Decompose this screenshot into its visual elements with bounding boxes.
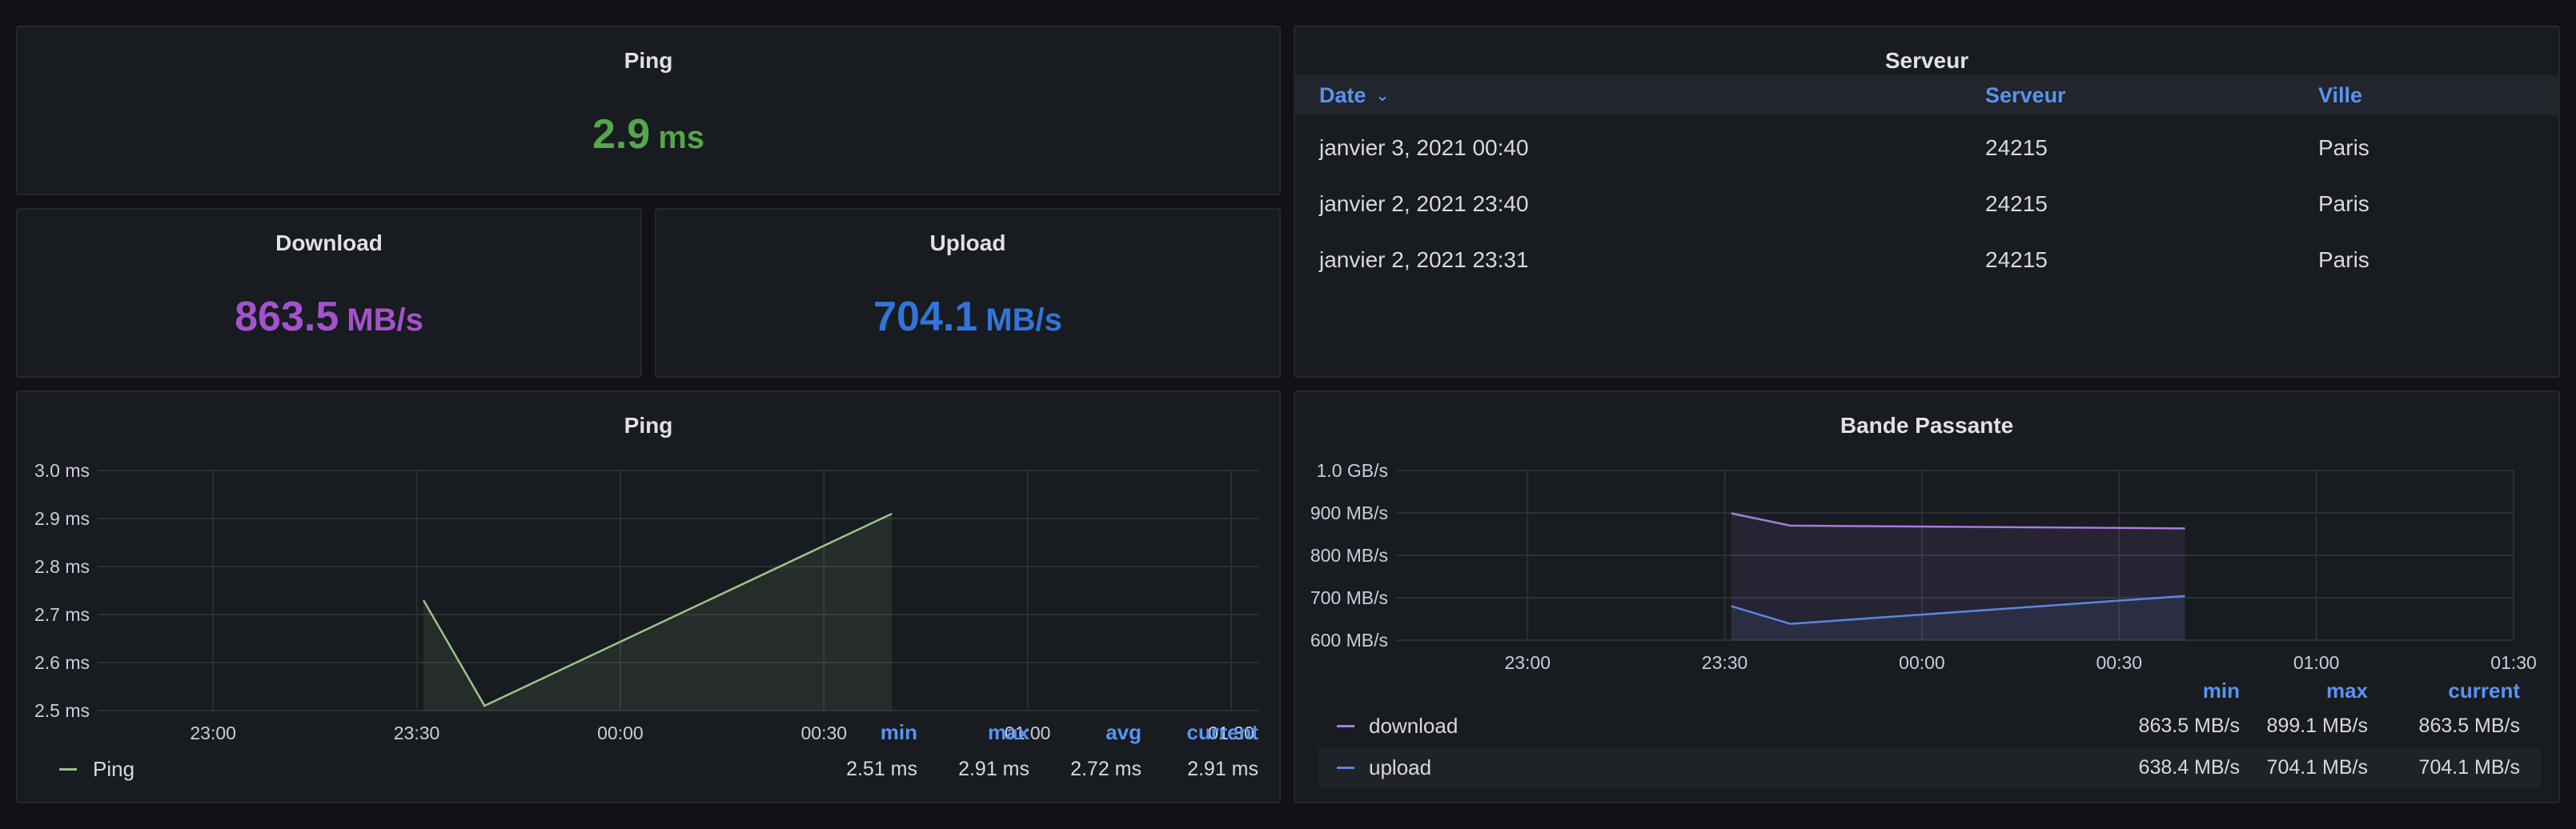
column-header-ville[interactable]: Ville [2318,75,2362,115]
y-tick-label: 700 MB/s [1310,587,1388,608]
legend-header-avg[interactable]: avg [1042,720,1142,745]
cell-ville: Paris [2318,247,2369,272]
column-header-label: Serveur [1985,83,2066,107]
chevron-down-icon: ⌄ [1375,87,1390,105]
panel-title[interactable]: Serveur [1295,48,2558,74]
legend-series-name: upload [1369,755,1432,779]
legend-value-min: 863.5 MB/s [2138,715,2240,737]
cell-date: janvier 3, 2021 00:40 [1319,135,1529,160]
legend-value-max: 704.1 MB/s [2266,756,2368,779]
bandwidth-chart[interactable]: 600 MB/s 700 MB/s 800 MB/s 900 MB/s 1.0 GB/s… [1295,431,2558,719]
upload-stat-value: 704.1 MB/s [656,293,1279,341]
y-tick-label: 1.0 GB/s [1317,460,1388,481]
column-header-label: Ville [2318,83,2363,107]
y-tick-label: 2.8 ms [34,556,90,577]
legend-series-name: download [1369,714,1459,738]
series-color-swatch [1337,725,1354,727]
x-tick-label: 23:30 [394,723,440,743]
series-color-swatch [1337,767,1354,769]
panel-title[interactable]: Download [18,230,640,256]
y-tick-label: 800 MB/s [1310,545,1388,566]
x-tick-label: 23:30 [1702,652,1748,673]
legend-value-min: 2.51 ms [846,758,917,780]
y-tick-label: 2.9 ms [34,508,90,529]
x-tick-label: 23:00 [1504,652,1551,673]
panel-title[interactable]: Upload [656,230,1279,256]
ping-chart[interactable]: 2.5 ms 2.6 ms 2.7 ms 2.8 ms 2.9 ms 3.0 ms 23:0… [18,431,1279,751]
legend-value-max: 899.1 MB/s [2266,715,2368,737]
server-table-panel: Serveur Date ⌄ Serveur Ville janvier 3, 2… [1294,26,2560,378]
x-tick-label: 00:30 [2097,652,2143,673]
column-header-date[interactable]: Date ⌄ [1319,75,1389,115]
download-stat-value: 863.5 MB/s [18,293,640,341]
legend-value-max: 2.91 ms [958,758,1029,780]
ping-stat-value: 2.9 ms [18,110,1279,158]
stat-unit: MB/s [985,302,1062,338]
cell-date: janvier 2, 2021 23:40 [1319,191,1529,216]
stat-number: 704.1 [873,294,978,340]
legend-series-name: Ping [93,757,135,781]
ping-graph-panel: Ping 2.5 ms 2.6 ms 2.7 ms 2.8 ms 2.9 ms 3.0 m… [16,390,1281,803]
cell-serveur: 24215 [1985,135,2048,160]
stat-unit: MB/s [347,302,423,338]
legend-item-ping[interactable]: Ping 2.51 ms 2.91 ms 2.72 ms 2.91 ms [59,749,1260,789]
legend-value-current: 704.1 MB/s [2418,756,2520,779]
y-tick-label: 600 MB/s [1310,630,1388,651]
legend-header-min[interactable]: min [2128,679,2240,703]
legend-header-min[interactable]: min [818,720,917,745]
column-header-label: Date [1319,83,1366,107]
table-row: janvier 2, 2021 23:40 24215 Paris [1295,176,2558,232]
ping-stat-panel: Ping 2.9 ms [16,26,1281,195]
y-tick-label: 3.0 ms [34,460,90,481]
legend-item-download[interactable]: download 863.5 MB/s 899.1 MB/s 863.5 MB/… [1318,706,2541,746]
legend-value-current: 863.5 MB/s [2418,715,2520,737]
legend-header-max[interactable]: max [2256,679,2368,703]
legend-header-current[interactable]: current [2384,679,2520,703]
legend-value-min: 638.4 MB/s [2138,756,2240,779]
stat-number: 2.9 [592,111,651,158]
series-area-ping [423,514,893,711]
x-tick-label: 23:00 [190,723,236,743]
series-line-download[interactable] [1731,512,2185,530]
stat-number: 863.5 [235,294,339,340]
cell-serveur: 24215 [1985,191,2048,216]
table-header: Date ⌄ Serveur Ville [1295,75,2558,115]
table-row: janvier 3, 2021 00:40 24215 Paris [1295,120,2558,176]
download-stat-panel: Download 863.5 MB/s [16,208,642,378]
legend-value-avg: 2.72 ms [1070,758,1142,780]
stat-unit: ms [658,120,705,155]
cell-ville: Paris [2318,191,2369,216]
legend-header-current[interactable]: current [1138,720,1258,745]
cell-serveur: 24215 [1985,247,2048,272]
table-row: janvier 2, 2021 23:31 24215 Paris [1295,232,2558,288]
panel-title[interactable]: Ping [18,48,1279,74]
bandwidth-graph-panel: Bande Passante 600 MB/s 700 MB/s 800 MB/s 9… [1294,390,2560,803]
series-color-swatch [59,768,77,771]
x-tick-label: 01:00 [2293,652,2340,673]
y-tick-label: 2.7 ms [34,604,90,625]
y-tick-label: 2.6 ms [34,652,90,673]
column-header-serveur[interactable]: Serveur [1985,75,2066,115]
legend-header-max[interactable]: max [930,720,1029,745]
x-tick-label: 00:00 [1899,652,1945,673]
upload-stat-panel: Upload 704.1 MB/s [655,208,1281,378]
x-tick-label: 00:00 [597,723,644,743]
y-tick-label: 900 MB/s [1310,503,1388,523]
cell-date: janvier 2, 2021 23:31 [1319,247,1529,272]
legend-value-current: 2.91 ms [1187,758,1258,780]
x-tick-label: 01:30 [2490,652,2537,673]
legend-item-upload[interactable]: upload 638.4 MB/s 704.1 MB/s 704.1 MB/s [1318,747,2541,787]
cell-ville: Paris [2318,135,2369,160]
y-tick-label: 2.5 ms [34,700,90,721]
